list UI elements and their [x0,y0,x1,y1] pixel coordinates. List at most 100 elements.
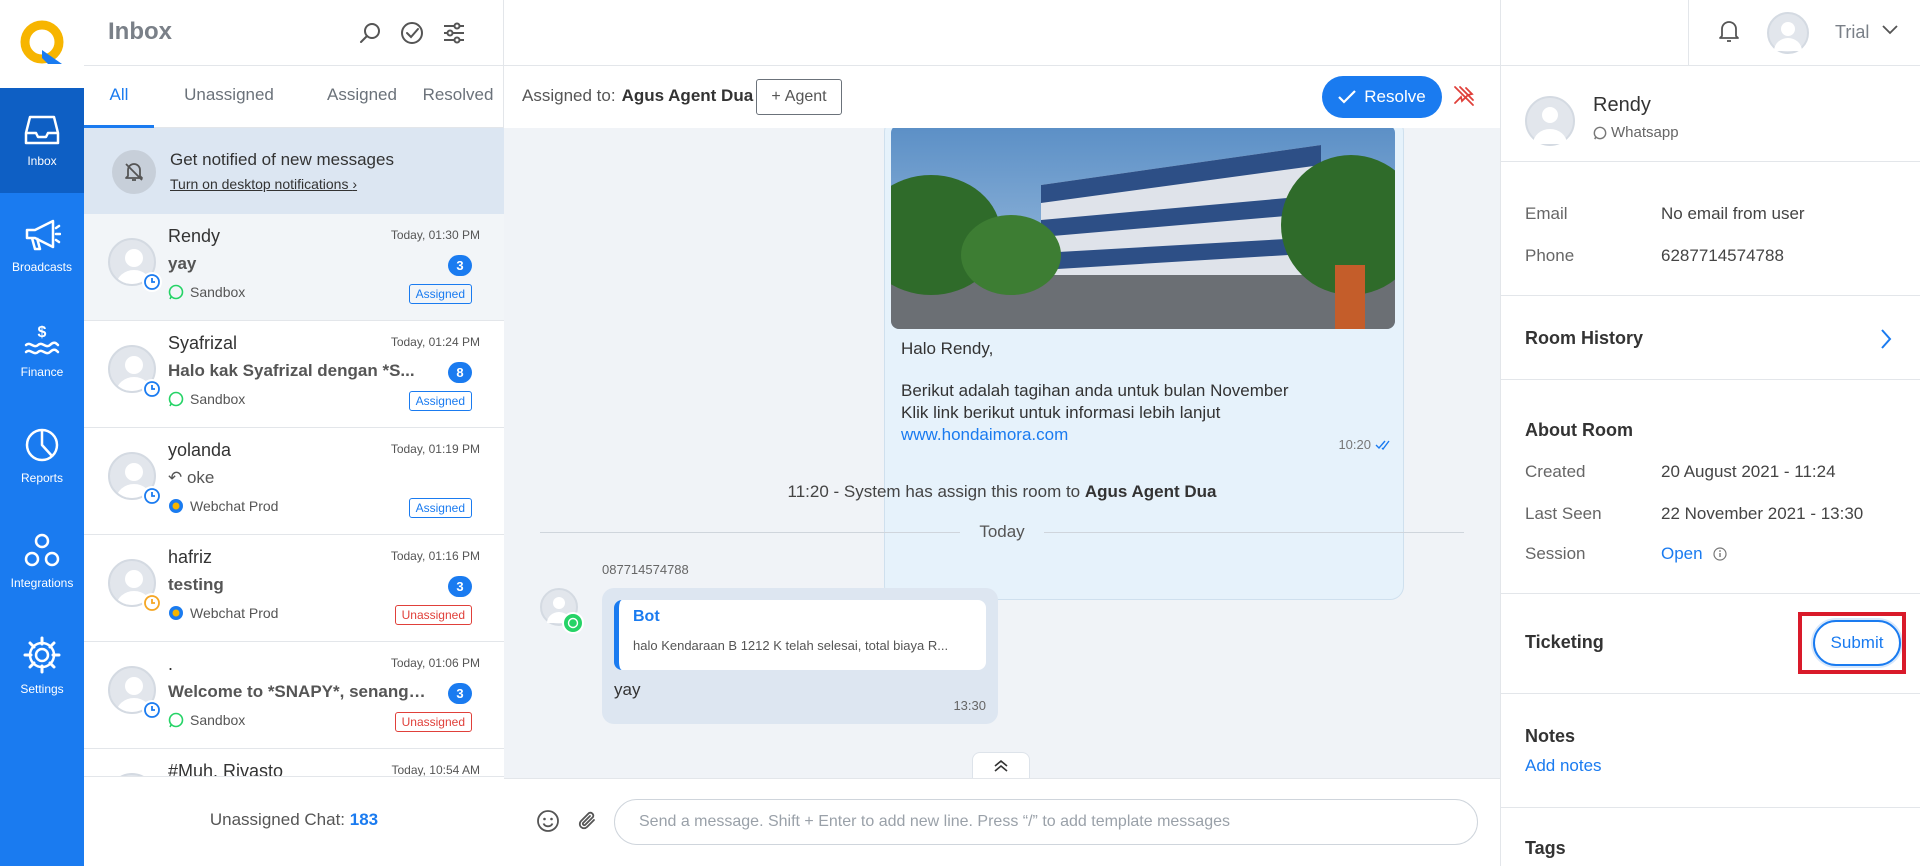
scroll-up-button[interactable] [972,752,1030,778]
attach-button[interactable] [576,809,600,838]
email-value: No email from user [1661,204,1805,223]
conversation-time: Today, 01:06 PM [390,656,480,670]
message-list[interactable]: Halo Rendy, Berikut adalah tagihan anda … [504,128,1500,778]
message-input[interactable] [614,799,1478,845]
contact-name: hafriz [168,547,213,567]
tab-unassigned[interactable]: Unassigned [164,66,294,128]
conversation-item[interactable]: hafriz Today, 01:16 PM testing 3 Webchat… [84,535,504,642]
user-menu-toggle[interactable] [1881,22,1899,40]
last-message: ↶ oke [168,468,430,488]
paperclip-icon [578,811,595,830]
list-header: Inbox [84,0,504,66]
nav-item-integrations[interactable]: Integrations [0,508,84,613]
last-message: yay [168,254,197,273]
info-icon[interactable] [1713,547,1727,561]
submit-ticket-button[interactable]: Submit [1813,620,1901,666]
nav-label: Reports [20,470,64,485]
unread-count: 3 [448,576,472,597]
user-avatar[interactable] [1767,12,1809,54]
contact-details: Email No email from user Phone 628771457… [1501,162,1920,296]
emoji-icon [537,810,559,832]
nav-item-broadcasts[interactable]: Broadcasts [0,193,84,298]
message-link[interactable]: www.hondaimora.com [901,425,1068,444]
conversation-item[interactable]: yolanda Today, 01:19 PM ↶ oke Webchat Pr… [84,428,504,535]
status-badge: Assigned [408,284,472,304]
main-nav: Inbox Broadcasts $ Finance Reports Integ… [0,0,84,866]
select-button[interactable] [398,19,426,47]
last-message: Halo kak Syafrizal dengan *S... [168,361,415,380]
webchat-icon [169,499,183,513]
chevron-right-icon: › [352,176,358,192]
user-name[interactable]: Trial [1835,22,1869,43]
last-message: testing [168,575,224,594]
tab-all[interactable]: All [84,66,154,128]
whatsapp-icon [1593,126,1607,139]
chevron-right-icon [1881,329,1892,349]
whatsapp-icon [168,712,184,728]
filter-button[interactable] [440,19,468,47]
channel-label: Sandbox [168,712,245,728]
unread-count: 8 [448,362,472,383]
inbox-icon [24,115,60,144]
status-badge: Assigned [408,391,472,411]
conversation-item[interactable]: Syafrizal Today, 01:24 PM Halo kak Syafr… [84,321,504,428]
nav-label: Settings [20,681,64,696]
nav-item-inbox[interactable]: Inbox [0,88,84,193]
search-button[interactable] [356,19,384,47]
unpin-icon [1454,86,1474,106]
message-line: Klik link berikut untuk informasi lebih … [901,403,1221,422]
reply-icon: ↶ [168,468,187,487]
phone-value: 6287714574788 [1661,246,1784,265]
channel-label: Sandbox [168,391,245,407]
svg-text:$: $ [38,324,47,341]
check-icon [1338,90,1357,104]
created-value: 20 August 2021 - 11:24 [1661,462,1836,481]
session-status: Open [1661,544,1703,563]
message-time-value: 10:20 [1338,437,1371,452]
room-history-row[interactable]: Room History [1501,296,1920,380]
conversation-item[interactable]: Rendy Today, 01:30 PM yay 3 Sandbox Assi… [84,214,504,321]
system-message-agent: Agus Agent Dua [1084,482,1217,501]
channel-label: Sandbox [168,284,245,300]
nav-label: Integrations [10,575,74,590]
quoted-reply[interactable]: Bot halo Kendaraan B 1212 K telah selesa… [614,600,986,670]
status-badge: Unassigned [394,712,472,732]
conversation-item[interactable]: . Today, 01:06 PM Welcome to *SNAPY*, se… [84,642,504,749]
double-check-icon [1375,440,1390,450]
tab-resolved[interactable]: Resolved [398,66,518,128]
resolve-button[interactable]: Resolve [1322,76,1442,118]
chat-top-bar [504,0,1500,66]
created-label: Created [1525,462,1586,481]
message-composer [504,778,1500,866]
emoji-button[interactable] [536,809,560,838]
nav-item-finance[interactable]: $ Finance [0,298,84,403]
notifications-button[interactable] [1717,18,1741,49]
pie-chart-icon [25,428,59,461]
submit-label: Submit [1830,633,1884,652]
unread-count: 3 [448,255,472,276]
app-logo[interactable] [0,0,84,88]
add-notes-link[interactable]: Add notes [1525,756,1602,776]
about-room-title: About Room [1525,420,1633,440]
unassigned-count: 183 [349,810,379,829]
plus-icon: + [771,88,781,105]
nav-item-reports[interactable]: Reports [0,403,84,508]
check-circle-icon [401,22,423,44]
conversation-list-pane: Inbox All Unassigned Assigned Resolved G… [84,0,504,866]
chevron-down-icon [1882,25,1898,35]
message-image[interactable] [891,128,1395,329]
channel-label: Webchat Prod [168,498,278,514]
unpin-button[interactable] [1452,84,1476,113]
webchat-icon [169,606,183,620]
enable-notifications-link[interactable]: Turn on desktop notifications › [170,176,357,192]
filter-tabs: All Unassigned Assigned Resolved [84,66,504,128]
sliders-icon [444,22,464,44]
enable-notifications-label: Turn on desktop notifications [170,176,349,192]
notes-section: Notes Add notes [1501,694,1920,808]
tags-title: Tags [1525,838,1566,858]
room-info-panel: Trial Rendy Whatsapp Email No email from… [1500,0,1920,866]
clock-icon [142,700,162,720]
add-agent-button[interactable]: + Agent [756,79,842,115]
nav-item-settings[interactable]: Settings [0,613,84,718]
bell-icon [1719,21,1739,42]
